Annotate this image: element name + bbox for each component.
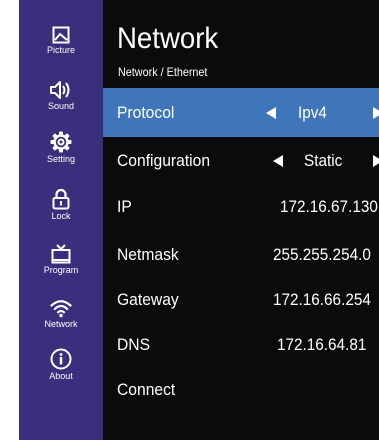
sidebar-item-about[interactable]: About [19,348,103,381]
picture-icon [52,26,70,44]
lock-icon [52,188,70,210]
ip-row[interactable]: IP 172.16.67.130 [103,182,379,231]
gateway-label: Gateway [117,289,179,309]
speaker-icon [50,81,70,99]
netmask-value: 255.255.254.0 [273,244,371,264]
tv-icon [51,244,71,264]
connect-button[interactable]: Connect [117,380,175,400]
netmask-label: Netmask [117,244,179,264]
network-panel: Network Network / Ethernet Protocol Ipv4… [103,0,379,440]
sidebar-item-lock[interactable]: Lock [19,188,103,221]
gateway-value: 172.16.66.254 [273,289,371,309]
sidebar: Picture Sound Setting Lock Program Netwo… [19,0,103,440]
configuration-label: Configuration [117,150,211,170]
sidebar-item-label: Lock [51,211,71,221]
dns-value: 172.16.64.81 [277,334,367,354]
protocol-label: Protocol [117,102,175,122]
sidebar-item-network[interactable]: Network [19,298,103,329]
configuration-row[interactable]: Configuration Static [103,136,379,185]
sidebar-item-program[interactable]: Program [19,244,103,275]
sidebar-item-label: Program [43,265,79,275]
breadcrumb: Network / Ethernet [118,65,208,79]
protocol-row[interactable]: Protocol Ipv4 [103,88,379,137]
sidebar-item-sound[interactable]: Sound [19,80,103,111]
configuration-value: Static [304,150,343,170]
sidebar-item-label: Sound [47,101,75,111]
dns-row[interactable]: DNS 172.16.64.81 [103,320,379,369]
page-title: Network [117,22,219,55]
ip-value: 172.16.67.130 [280,196,378,216]
dns-label: DNS [117,334,151,354]
gear-icon [50,131,72,153]
arrow-right-icon[interactable] [373,154,379,167]
sidebar-item-setting[interactable]: Setting [19,131,103,164]
wifi-icon [50,300,72,318]
info-icon [50,348,72,370]
gateway-row[interactable]: Gateway 172.16.66.254 [103,275,379,324]
arrow-left-icon[interactable] [266,106,276,119]
sidebar-item-picture[interactable]: Picture [19,26,103,55]
sidebar-item-label: Network [44,319,78,329]
connect-row[interactable]: Connect [103,365,379,414]
arrow-right-icon[interactable] [373,106,379,119]
sidebar-item-label: About [49,371,73,381]
sidebar-item-label: Picture [46,45,75,55]
netmask-row[interactable]: Netmask 255.255.254.0 [103,230,379,279]
arrow-left-icon[interactable] [273,154,283,167]
sidebar-item-label: Setting [46,154,76,164]
ip-label: IP [117,196,132,216]
protocol-value: Ipv4 [298,102,327,122]
